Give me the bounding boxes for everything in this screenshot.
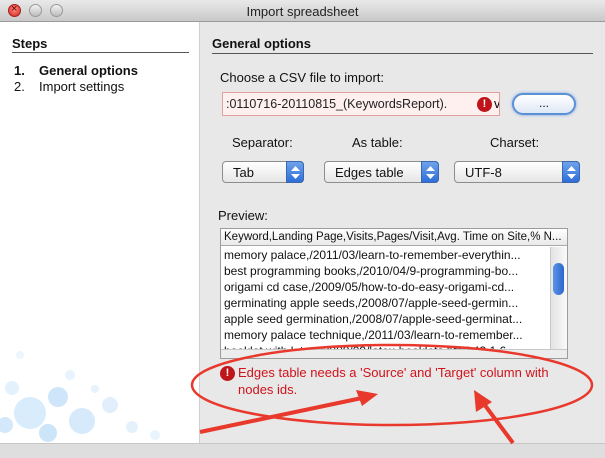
preview-row: germinating apple seeds,/2008/07/apple-s…: [224, 296, 519, 310]
steps-divider: [12, 52, 189, 53]
title-bar: × Import spreadsheet: [0, 0, 605, 22]
decorative-bubbles: [0, 351, 160, 442]
step-general-options[interactable]: 1. General options: [14, 63, 138, 78]
separator-value: Tab: [233, 165, 254, 180]
charset-select[interactable]: UTF-8: [454, 161, 580, 183]
updown-arrows-icon: [562, 161, 580, 183]
step-import-settings[interactable]: 2. Import settings: [14, 79, 124, 94]
preview-table[interactable]: Keyword,Landing Page,Visits,Pages/Visit,…: [220, 228, 568, 359]
csv-file-field[interactable]: :0110716-20110815_(KeywordsReport). ! v: [222, 92, 500, 116]
window-title: Import spreadsheet: [246, 4, 359, 19]
separator-select[interactable]: Tab: [222, 161, 304, 183]
preview-header: Keyword,Landing Page,Visits,Pages/Visit,…: [221, 229, 567, 246]
preview-row: apple seed germination,/2008/07/apple-se…: [224, 312, 523, 326]
charset-value: UTF-8: [465, 165, 502, 180]
vertical-scrollbar[interactable]: [550, 247, 567, 351]
as-table-value: Edges table: [335, 165, 404, 180]
as-table-label: As table:: [352, 135, 403, 150]
charset-label: Charset:: [490, 135, 540, 150]
as-table-select[interactable]: Edges table: [324, 161, 439, 183]
step-label: General options: [39, 63, 138, 78]
error-icon: !: [477, 97, 492, 112]
separator-label: Separator:: [232, 135, 293, 150]
error-text: Edges table needs a 'Source' and 'Target…: [238, 365, 549, 397]
steps-title: Steps: [12, 36, 48, 51]
preview-row: best programming books,/2010/04/9-progra…: [224, 264, 519, 278]
preview-rows: memory palace,/2011/03/learn-to-remember…: [221, 247, 549, 358]
updown-arrows-icon: [421, 161, 439, 183]
error-icon: !: [220, 366, 235, 381]
preview-row: memory palace technique,/2011/03/learn-t…: [224, 328, 523, 342]
steps-panel: Steps 1. General options 2. Import setting…: [0, 22, 200, 443]
file-path-text: :0110716-20110815_(KeywordsReport).: [226, 97, 448, 111]
updown-arrows-icon: [286, 161, 304, 183]
section-divider: [212, 53, 593, 54]
file-label: Choose a CSV file to import:: [220, 70, 385, 85]
horizontal-scrollbar[interactable]: [221, 349, 567, 358]
step-label: Import settings: [39, 79, 125, 94]
step-number: 1.: [14, 63, 25, 78]
preview-label: Preview:: [218, 208, 268, 223]
preview-row: origami cd case,/2009/05/how-to-do-easy-…: [224, 280, 515, 294]
browse-button[interactable]: ...: [512, 93, 576, 115]
general-options-panel: General options Choose a CSV file to imp…: [200, 22, 605, 443]
scroll-thumb[interactable]: [553, 263, 564, 295]
file-path-tail: v: [494, 97, 500, 111]
section-title: General options: [212, 36, 311, 51]
bottom-bar: [0, 443, 605, 458]
preview-row: memory palace,/2011/03/learn-to-remember…: [224, 248, 521, 262]
step-number: 2.: [14, 79, 25, 94]
